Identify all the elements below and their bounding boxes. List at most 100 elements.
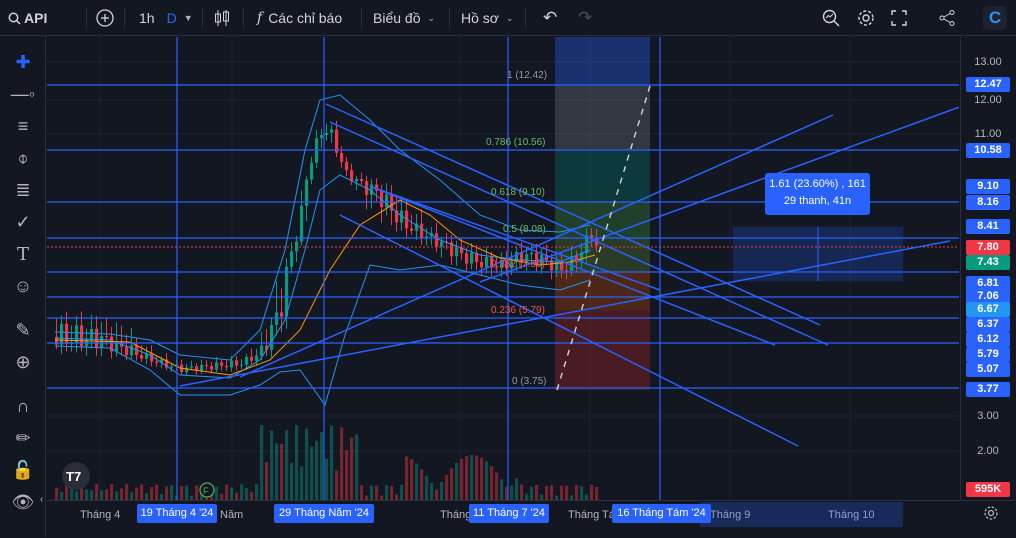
volume-bar <box>460 458 464 500</box>
text-tool[interactable]: T <box>0 240 46 268</box>
fib-level-label: 0 (3.75) <box>512 376 546 387</box>
fib-level-label: 0.786 (10.56) <box>486 137 546 148</box>
time-highlight: 16 Tháng Tám '24 <box>612 504 711 523</box>
volume-bar <box>105 489 109 500</box>
volume-bar <box>580 486 584 500</box>
share-button[interactable] <box>938 0 956 36</box>
interval-button[interactable]: 1h D ▼ <box>139 0 193 36</box>
volume-bar <box>145 493 149 500</box>
candle-body <box>270 324 274 350</box>
drawing-toolbar: ✚ —◦ ≡ ⌽ ≣ ✓ T ☺ ✎ ⊕ ∩ ✏ 🔓 👁 <box>0 36 46 537</box>
layout-button[interactable]: Biểu đồ ⌄ <box>373 0 435 36</box>
trendline-tool[interactable]: —◦ <box>0 80 46 108</box>
compare-button[interactable] <box>96 0 114 36</box>
volume-bar <box>300 466 304 500</box>
stay-drawing-tool[interactable]: ✏ <box>0 424 46 452</box>
chart-settings-button[interactable] <box>983 505 999 521</box>
prediction-tool[interactable]: ≣ <box>0 176 46 204</box>
candle-body <box>60 323 64 345</box>
volume-bar <box>565 485 569 500</box>
emoji-tool[interactable]: ☺ <box>0 272 46 300</box>
volume-bar <box>400 484 404 500</box>
candle-body <box>65 323 69 344</box>
volume-bar <box>135 487 139 500</box>
brush-tool[interactable]: ✓ <box>0 208 46 236</box>
volume-bar <box>325 458 329 500</box>
volume-bar <box>230 487 234 500</box>
fib-tool[interactable]: ≡ <box>0 112 46 140</box>
volume-bar <box>140 484 144 500</box>
zoom-tool[interactable]: ⊕ <box>0 348 46 376</box>
candle-body <box>420 223 424 238</box>
pattern-icon: ⌽ <box>17 147 29 168</box>
magnet-tool[interactable]: ∩ <box>0 392 46 420</box>
candle-body <box>260 345 264 356</box>
candle-body <box>140 355 144 359</box>
symbol-search[interactable]: API <box>8 0 47 36</box>
indicators-label: Các chỉ báo <box>268 10 343 26</box>
candle-body <box>310 162 314 180</box>
indicators-button[interactable]: f Các chỉ báo <box>257 0 342 36</box>
volume-bar <box>100 490 104 500</box>
line-tool-icon: —◦ <box>10 83 36 104</box>
measure-line2: 29 thanh, 41n <box>783 195 852 207</box>
candle-body <box>105 335 109 337</box>
volume-bar <box>515 478 519 500</box>
price-chart[interactable]: 1 (12.42) 0.786 (10.56) 0.618 (9.10) 0.5 (8… <box>47 37 959 500</box>
settings-button[interactable] <box>857 0 875 36</box>
profile-button[interactable]: Hồ sơ ⌄ <box>461 0 514 36</box>
plus-circle-icon <box>96 9 114 27</box>
svg-text:F: F <box>203 486 209 496</box>
time-label: Tháng <box>440 509 472 521</box>
ruler-tool[interactable]: ✎ <box>0 316 46 344</box>
candle-body <box>290 251 294 267</box>
zoom-in-icon: ⊕ <box>15 351 31 372</box>
time-label: Tháng Tá <box>568 509 615 521</box>
volume-bar <box>270 430 274 500</box>
fib-level-label: 0.236 (5.79) <box>491 305 545 316</box>
volume-bar <box>440 482 444 500</box>
screener-button[interactable] <box>822 0 840 36</box>
price-tag: 3.77 <box>966 382 1010 397</box>
candle-body <box>350 170 354 182</box>
fib-level-label: 0.618 (9.10) <box>491 187 545 198</box>
chart-type-button[interactable] <box>214 0 230 36</box>
crosshair-tool[interactable]: ✚ <box>0 48 46 76</box>
volume-bar <box>75 491 79 500</box>
volume-bar <box>340 427 344 500</box>
app-logo[interactable]: C <box>983 0 1007 36</box>
volume-bar <box>480 457 484 500</box>
candle-body <box>200 364 204 372</box>
volume-bar <box>110 484 114 500</box>
volume-bar <box>280 443 284 500</box>
redo-icon: ↷ <box>578 8 593 27</box>
redo-button[interactable]: ↷ <box>578 0 592 36</box>
price-tag: 6.12 <box>966 332 1010 347</box>
volume-bar <box>590 484 594 500</box>
volume-bar <box>180 485 184 500</box>
volume-bar <box>355 434 359 500</box>
candle-body <box>170 366 174 368</box>
svg-text:T7: T7 <box>66 469 81 484</box>
volume-bar <box>415 463 419 500</box>
price-tick: 12.00 <box>974 94 1002 106</box>
candle-body <box>250 356 254 361</box>
fullscreen-button[interactable] <box>891 0 907 36</box>
candle-body <box>100 335 104 348</box>
candle-body <box>235 360 239 366</box>
candle-body <box>210 365 214 370</box>
pencil-lock-icon: ✏ <box>15 427 31 448</box>
volume-bar <box>370 485 374 500</box>
undo-button[interactable]: ↶ <box>543 0 557 36</box>
price-tag: 7.80 <box>966 240 1010 255</box>
candle-body <box>340 152 344 162</box>
lock-icon: 🔓 <box>11 459 35 480</box>
pattern-tool[interactable]: ⌽ <box>0 144 46 172</box>
candle-body <box>255 355 259 361</box>
candle-body <box>220 362 224 366</box>
volume-bar <box>150 487 154 500</box>
candle-body <box>295 241 299 252</box>
lock-tool[interactable]: 🔓 <box>0 456 46 484</box>
volume-bar <box>260 425 264 500</box>
candle-body <box>320 135 324 139</box>
